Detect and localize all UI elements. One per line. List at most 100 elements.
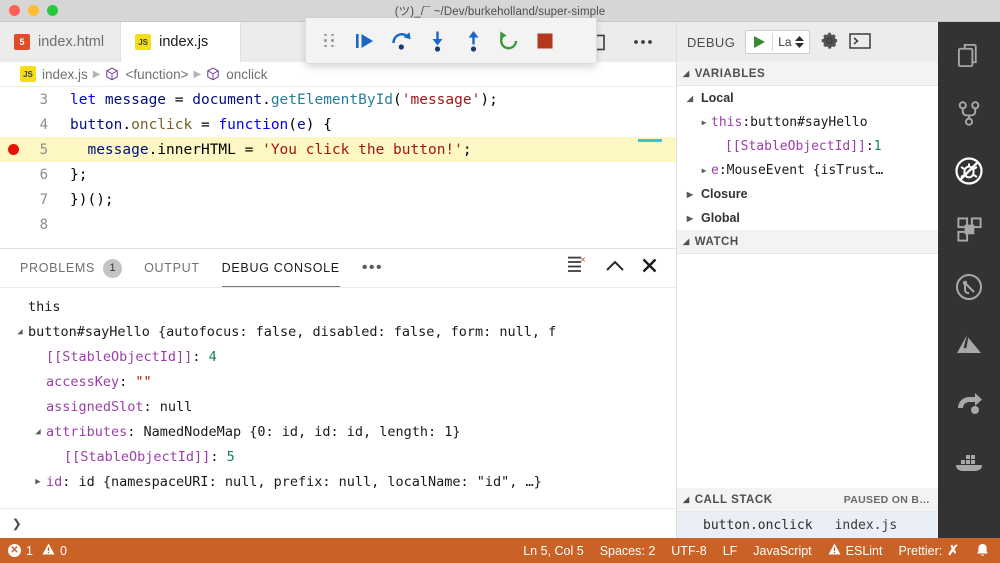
debug-console-output[interactable]: this ◢ button#sayHello {autofocus: false, …	[0, 287, 676, 508]
console-token: 5	[226, 448, 235, 465]
watch-tree[interactable]	[677, 254, 938, 488]
variable-separator: :	[742, 114, 751, 130]
debug-toolbar[interactable]	[305, 18, 597, 64]
twisty-right-icon[interactable]: ▶	[683, 190, 697, 199]
section-header-variables[interactable]: ◢ VARIABLES	[677, 62, 938, 86]
minimize-window-button[interactable]	[28, 5, 39, 16]
code-line[interactable]: 3 let message = document.getElementById('…	[0, 87, 676, 112]
status-prettier[interactable]: Prettier: ✗	[899, 542, 960, 559]
variable-row[interactable]: ▶ e: MouseEvent {isTrust…	[677, 158, 938, 182]
call-stack-tree[interactable]: button.onclick index.js	[677, 512, 938, 538]
restart-button[interactable]	[492, 24, 526, 58]
breakpoint-gutter[interactable]	[0, 144, 26, 155]
status-indentation[interactable]: Spaces: 2	[600, 544, 656, 558]
close-window-button[interactable]	[9, 5, 20, 16]
error-icon: ✕	[8, 544, 21, 557]
status-eol[interactable]: LF	[723, 544, 738, 558]
twisty-down-icon[interactable]: ◢	[683, 94, 697, 103]
breadcrumb-item-onclick[interactable]: onclick	[206, 67, 268, 82]
section-header-call-stack[interactable]: ◢ CALL STACK PAUSED ON B…	[677, 488, 938, 512]
status-eslint[interactable]: ESLint	[828, 543, 883, 558]
tab-label: index.html	[38, 34, 105, 50]
breadcrumb[interactable]: JS index.js ▶ <function> ▶ onclick	[0, 62, 676, 87]
gear-icon[interactable]	[820, 31, 839, 53]
call-stack-frame[interactable]: button.onclick index.js	[677, 512, 938, 538]
status-problems[interactable]: ✕ 1 0	[8, 543, 67, 558]
more-actions-ellipsis-icon[interactable]	[626, 25, 660, 59]
twisty-right-icon[interactable]: ▶	[697, 118, 711, 127]
twisty-down-icon[interactable]: ◢	[30, 427, 46, 437]
section-header-watch[interactable]: ◢ WATCH	[677, 230, 938, 254]
code-line[interactable]: 4 button.onclick = function(e) {	[0, 112, 676, 137]
console-line[interactable]: [[StableObjectId]]: 4	[0, 344, 676, 369]
tab-output[interactable]: OUTPUT	[144, 249, 200, 287]
editor-scrollbar[interactable]	[662, 87, 676, 248]
tab-debug-console[interactable]: DEBUG CONSOLE	[221, 249, 340, 287]
stop-button[interactable]	[528, 24, 562, 58]
step-over-button[interactable]	[384, 24, 418, 58]
status-encoding[interactable]: UTF-8	[671, 544, 706, 558]
variables-scope-local[interactable]: ◢ Local	[677, 86, 938, 110]
javascript-icon: JS	[20, 66, 36, 82]
code-line[interactable]: 8	[0, 212, 676, 237]
variable-row[interactable]: [[StableObjectId]]: 1	[677, 134, 938, 158]
variables-scope-closure[interactable]: ▶ Closure	[677, 182, 938, 206]
twisty-right-icon[interactable]: ▶	[30, 477, 46, 487]
code-editor[interactable]: 3 let message = document.getElementById('…	[0, 87, 676, 248]
chevron-updown-icon[interactable]	[794, 36, 809, 48]
source-control-icon[interactable]	[947, 94, 991, 132]
run-and-debug-icon[interactable]	[947, 152, 991, 190]
window-controls[interactable]	[0, 5, 58, 16]
debug-console-input[interactable]: ❯	[0, 508, 676, 538]
console-token: button#sayHello {autofocus: false, disab…	[28, 323, 557, 340]
drag-handle[interactable]	[312, 24, 346, 58]
variable-name: [[StableObjectId]]	[725, 138, 866, 154]
warning-count: 0	[59, 543, 67, 558]
chevron-up-icon[interactable]	[605, 259, 625, 278]
console-token: 4	[208, 348, 217, 365]
console-line[interactable]: ▶ id: id {namespaceURI: null, prefix: nul…	[0, 469, 676, 494]
tab-problems[interactable]: PROBLEMS 1	[20, 249, 123, 287]
clear-console-icon[interactable]: ×	[567, 255, 589, 280]
variables-scope-global[interactable]: ▶ Global	[677, 206, 938, 230]
console-line[interactable]: accessKey: ""	[0, 369, 676, 394]
status-notifications[interactable]	[975, 543, 990, 559]
explorer-icon[interactable]	[947, 36, 991, 74]
console-line[interactable]: this	[0, 294, 676, 319]
status-language-mode[interactable]: JavaScript	[753, 544, 811, 558]
tab-index-html[interactable]: 5 index.html	[0, 22, 122, 62]
extensions-icon[interactable]	[947, 210, 991, 248]
start-debugging-icon[interactable]	[746, 35, 772, 49]
code-line[interactable]: 7})();	[0, 187, 676, 212]
code-line[interactable]: 6};	[0, 162, 676, 187]
azure-icon[interactable]	[947, 326, 991, 364]
breakpoint-icon[interactable]	[7, 144, 19, 155]
console-line[interactable]: [[StableObjectId]]: 5	[0, 444, 676, 469]
step-into-button[interactable]	[420, 24, 454, 58]
chevron-right-icon: ▶	[193, 68, 202, 80]
live-share-icon[interactable]	[947, 384, 991, 422]
terminal-icon[interactable]	[848, 32, 871, 52]
status-cursor-position[interactable]: Ln 5, Col 5	[523, 544, 583, 558]
console-line[interactable]: ◢ attributes: NamedNodeMap {0: id, id: id…	[0, 419, 676, 444]
maximize-window-button[interactable]	[47, 5, 58, 16]
continue-button[interactable]	[348, 24, 382, 58]
twisty-down-icon[interactable]: ◢	[12, 327, 28, 337]
tab-index-js[interactable]: JS index.js	[121, 22, 242, 62]
launch-configuration-control[interactable]: La	[745, 30, 810, 54]
breadcrumb-item-file[interactable]: JS index.js	[20, 66, 88, 82]
variable-row[interactable]: ▶ this: button#sayHello	[677, 110, 938, 134]
breadcrumb-item-function[interactable]: <function>	[105, 67, 189, 82]
step-out-button[interactable]	[456, 24, 490, 58]
twisty-right-icon[interactable]: ▶	[683, 214, 697, 223]
console-line[interactable]: assignedSlot: null	[0, 394, 676, 419]
console-line[interactable]: ◢ button#sayHello {autofocus: false, disa…	[0, 319, 676, 344]
panel-more-tabs-icon[interactable]: •••	[362, 259, 383, 277]
docker-icon[interactable]	[947, 442, 991, 480]
variables-tree[interactable]: ◢ Local ▶ this: button#sayHello [[StableObje…	[677, 86, 938, 230]
close-icon[interactable]	[641, 257, 658, 279]
git-graph-icon[interactable]	[947, 268, 991, 306]
chevron-right-icon: ▶	[92, 68, 101, 80]
twisty-right-icon[interactable]: ▶	[697, 166, 711, 175]
code-line[interactable]: 5 message.innerHTML = 'You click the but…	[0, 137, 676, 162]
